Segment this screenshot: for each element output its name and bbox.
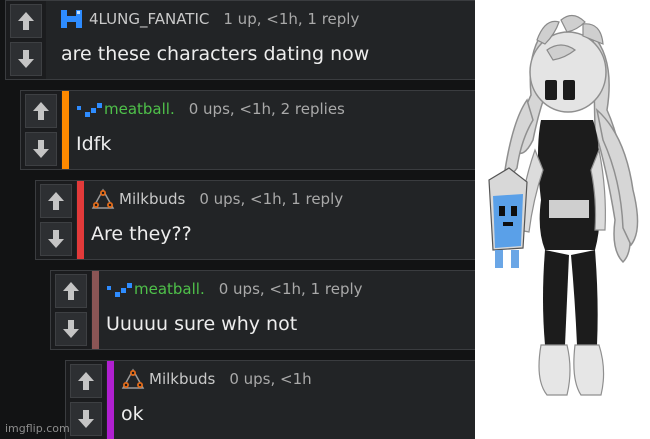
vote-controls	[21, 91, 61, 169]
thread-depth-bar	[77, 181, 84, 259]
arrow-up-icon	[63, 282, 79, 300]
comment-meta: 0 ups, <1h	[229, 370, 312, 388]
thread-depth-bar	[62, 91, 69, 169]
comment-header: Milkbuds 0 ups, <1h	[121, 366, 312, 392]
comment: meatball. 0 ups, <1h, 1 reply Uuuuu sure…	[50, 270, 475, 350]
username-link[interactable]: Milkbuds	[119, 190, 185, 208]
comment-text: Idfk	[76, 133, 112, 155]
arrow-down-icon	[18, 50, 34, 68]
downvote-button[interactable]	[10, 42, 42, 76]
comment-meta: 1 up, <1h, 1 reply	[223, 10, 360, 28]
arrow-up-icon	[33, 102, 49, 120]
upvote-button[interactable]	[25, 94, 57, 128]
star-triangle-avatar-icon[interactable]	[121, 368, 145, 390]
arrow-up-icon	[78, 372, 94, 390]
vote-controls	[51, 271, 91, 349]
upvote-button[interactable]	[70, 364, 102, 398]
upvote-button[interactable]	[40, 184, 72, 218]
thread-depth-bar	[92, 271, 99, 349]
comment-meta: 0 ups, <1h, 2 replies	[188, 100, 345, 118]
comment: 4LUNG_FANATIC 1 up, <1h, 1 reply are the…	[5, 0, 475, 80]
watermark: imgflip.com	[5, 422, 70, 435]
character-figure-image	[475, 0, 650, 439]
upvote-button[interactable]	[55, 274, 87, 308]
downvote-button[interactable]	[25, 132, 57, 166]
downvote-button[interactable]	[40, 222, 72, 256]
comment: Milkbuds 0 ups, <1h ok	[65, 360, 475, 439]
arrow-down-icon	[33, 140, 49, 158]
vote-controls	[36, 181, 76, 259]
arrow-down-icon	[48, 230, 64, 248]
comment-header: meatball. 0 ups, <1h, 1 reply	[106, 276, 363, 302]
character-illustration	[475, 0, 650, 439]
comment-text: Uuuuu sure why not	[106, 313, 298, 335]
arrow-up-icon	[18, 12, 34, 30]
username-link[interactable]: meatball.	[104, 100, 175, 118]
comment-meta: 0 ups, <1h, 1 reply	[218, 280, 363, 298]
thread-depth-bar	[107, 361, 114, 439]
thread-depth-bar	[47, 1, 54, 79]
comment-header: 4LUNG_FANATIC 1 up, <1h, 1 reply	[61, 6, 359, 32]
star-triangle-avatar-icon[interactable]	[91, 188, 115, 210]
arrow-down-icon	[63, 320, 79, 338]
downvote-button[interactable]	[55, 312, 87, 346]
blue-block-avatar-icon[interactable]	[61, 8, 83, 30]
username-link[interactable]: Milkbuds	[149, 370, 215, 388]
comment-meta: 0 ups, <1h, 1 reply	[199, 190, 344, 208]
arrow-up-icon	[48, 192, 64, 210]
blue-pixel-avatar-icon[interactable]	[76, 98, 102, 120]
arrow-down-icon	[78, 410, 94, 428]
vote-controls	[66, 361, 106, 439]
comment-thread: 4LUNG_FANATIC 1 up, <1h, 1 reply are the…	[0, 0, 475, 439]
comment-text: are these characters dating now	[61, 43, 370, 65]
downvote-button[interactable]	[70, 402, 102, 436]
comment: meatball. 0 ups, <1h, 2 replies Idfk	[20, 90, 475, 170]
username-link[interactable]: 4LUNG_FANATIC	[89, 10, 209, 28]
username-link[interactable]: meatball.	[134, 280, 205, 298]
vote-controls	[6, 1, 46, 79]
comment-text: ok	[121, 403, 144, 425]
comment-header: meatball. 0 ups, <1h, 2 replies	[76, 96, 345, 122]
comment-text: Are they??	[91, 223, 192, 245]
blue-pixel-avatar-icon[interactable]	[106, 278, 132, 300]
comment: Milkbuds 0 ups, <1h, 1 reply Are they??	[35, 180, 475, 260]
upvote-button[interactable]	[10, 4, 42, 38]
comment-header: Milkbuds 0 ups, <1h, 1 reply	[91, 186, 343, 212]
